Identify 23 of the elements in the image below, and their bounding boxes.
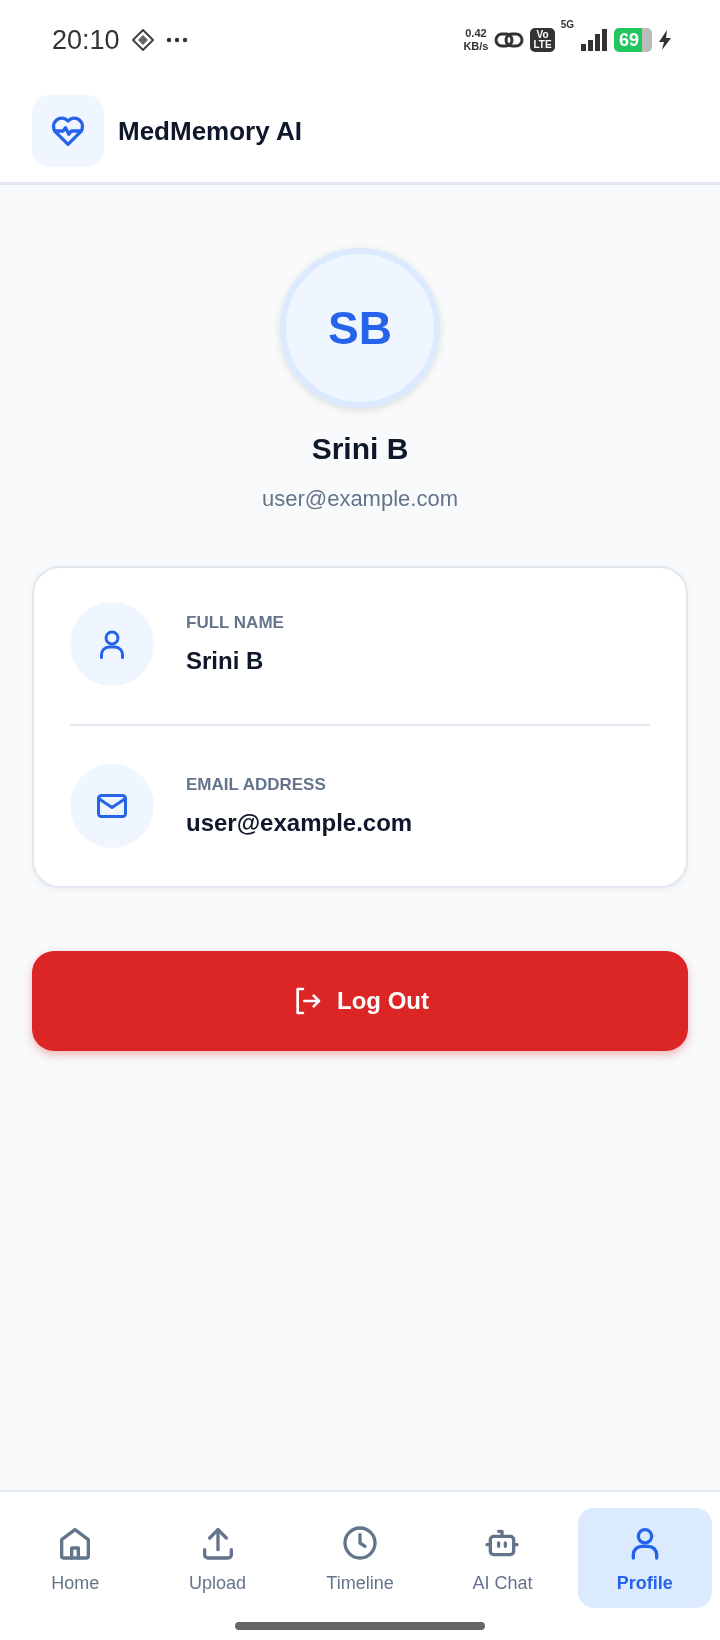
- nav-tab[interactable]: Timeline: [292, 1508, 428, 1608]
- field-label: FULL NAME: [186, 613, 284, 633]
- nav-tab[interactable]: Home: [8, 1508, 143, 1608]
- home-indicator[interactable]: [235, 1622, 485, 1630]
- clock-time: 20:10: [52, 24, 120, 56]
- network-speed: 0.42 KB/s: [463, 27, 489, 53]
- network-type: 5G: [560, 19, 574, 30]
- profile-email: user@example.com: [262, 486, 458, 512]
- field-value: user@example.com: [186, 809, 413, 837]
- volte-badge: Vo LTE: [530, 28, 555, 52]
- app-title: MedMemory AI: [118, 115, 302, 147]
- field-label: EMAIL ADDRESS: [186, 775, 327, 795]
- nav-tab[interactable]: Profile: [577, 1508, 712, 1608]
- nav-tab[interactable]: AI Chat: [435, 1508, 570, 1608]
- profile-name: Srini B: [311, 432, 409, 466]
- signal-icon: [579, 28, 608, 52]
- logout-button[interactable]: Log Out: [32, 951, 688, 1051]
- nav-tab[interactable]: Upload: [150, 1508, 285, 1608]
- field-value: Srini B: [186, 647, 265, 675]
- more-icon: [165, 37, 188, 43]
- avatar-initials: SB: [280, 248, 440, 408]
- bolt-icon: [658, 29, 672, 51]
- diamond-grid-icon: [131, 29, 154, 51]
